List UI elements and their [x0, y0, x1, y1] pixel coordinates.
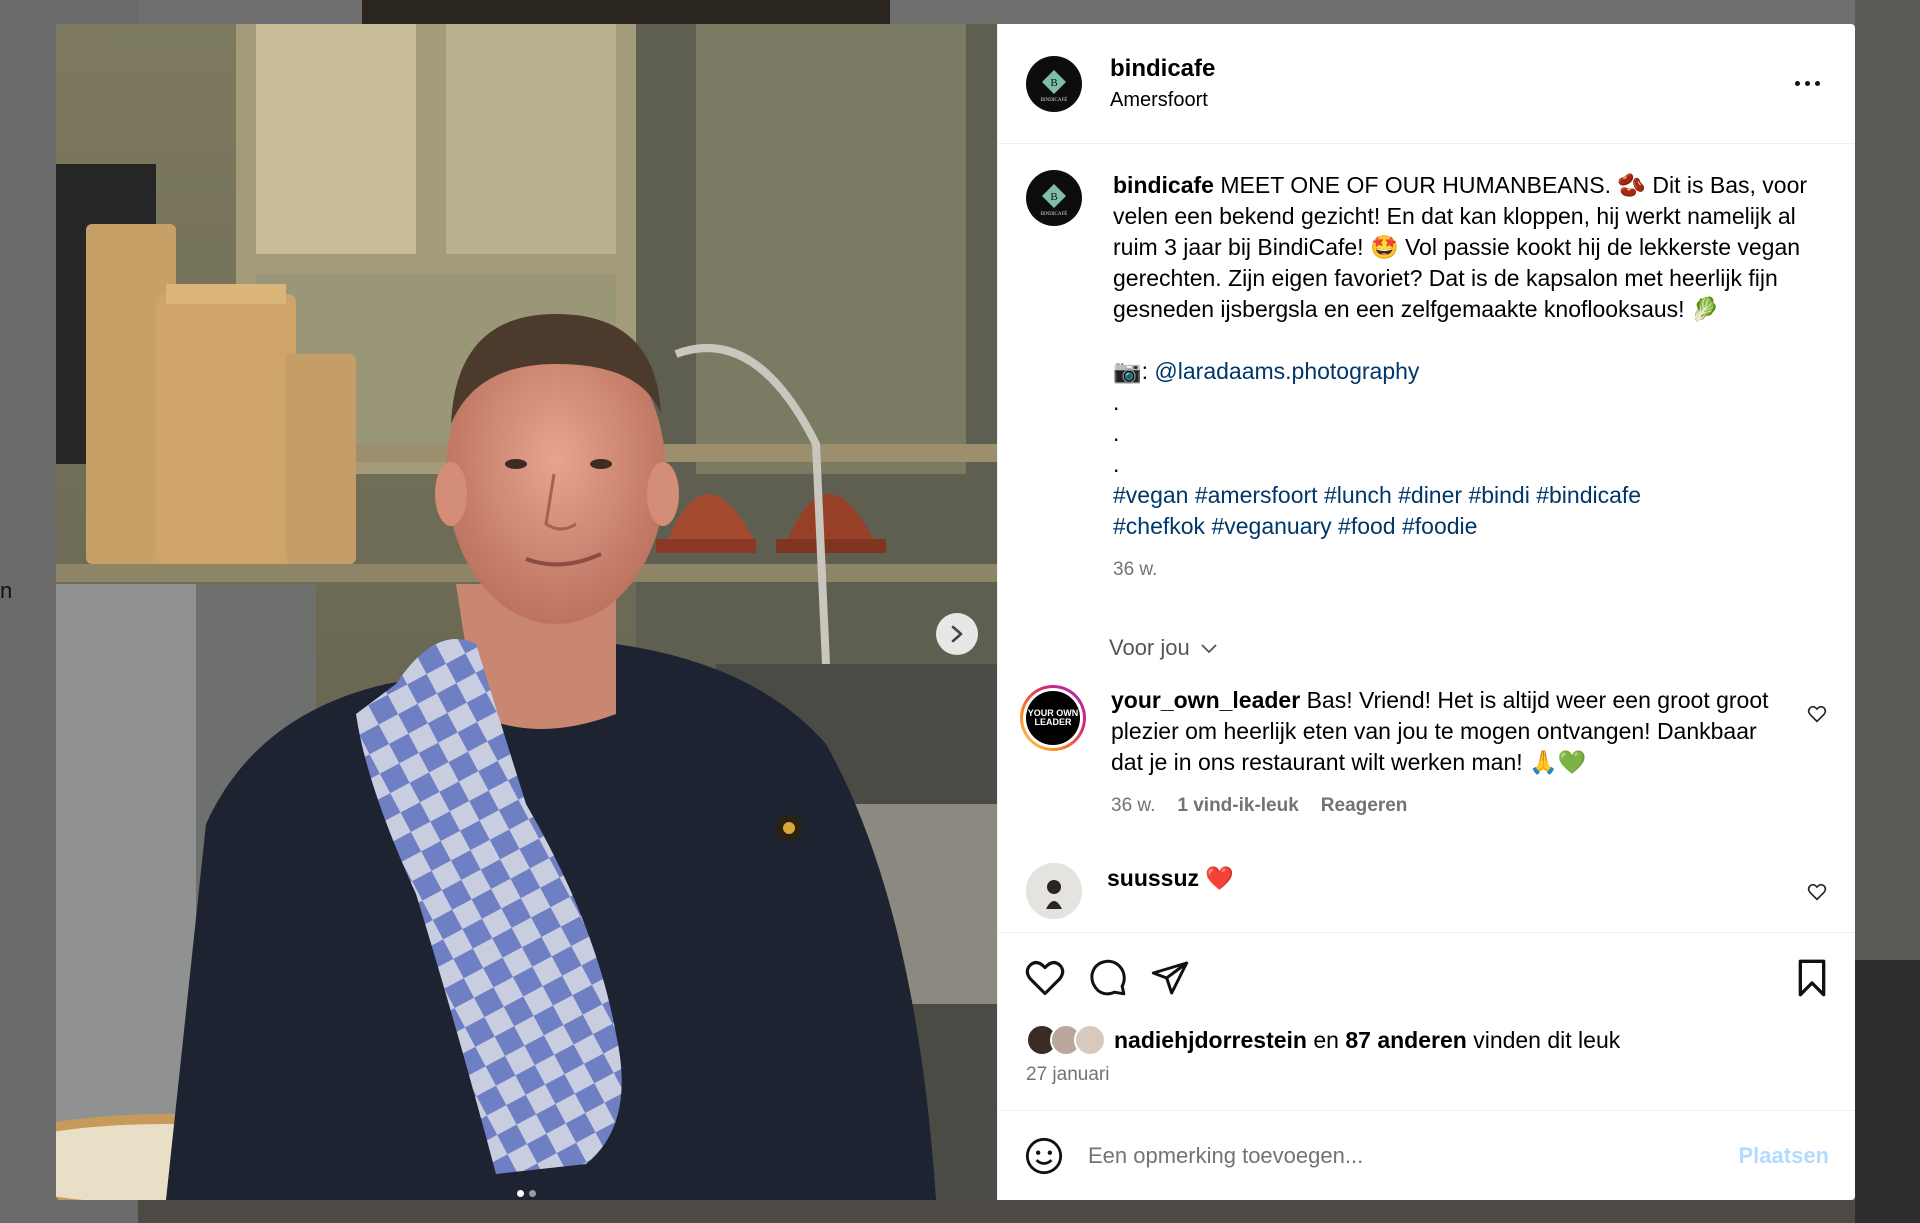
- likes-summary: nadiehjdorrestein en 87 anderen vinden d…: [998, 1022, 1855, 1058]
- photo-credit-link[interactable]: @laradaams.photography: [1154, 358, 1419, 384]
- comment-sort-dropdown[interactable]: Voor jou: [1109, 635, 1218, 661]
- chevron-down-icon: [1201, 644, 1217, 654]
- more-options-button[interactable]: [1787, 72, 1827, 96]
- caption: B BINDICAFÉ bindicafe MEET ONE OF OUR HU…: [1026, 170, 1827, 585]
- comment-likes[interactable]: 1 vind-ik-leuk: [1177, 790, 1298, 821]
- bindicafe-avatar[interactable]: B BINDICAFÉ: [1026, 170, 1082, 226]
- person-photo: [1026, 863, 1082, 919]
- caption-username[interactable]: bindicafe: [1113, 172, 1214, 198]
- comment-body: suussuz ❤️: [1107, 863, 1767, 919]
- svg-text:B: B: [1050, 77, 1057, 89]
- comment-input[interactable]: [1086, 1141, 1739, 1170]
- more-dot: [1804, 81, 1810, 86]
- comment-meta: 36 w. 1 vind-ik-leuk Reageren: [1111, 790, 1771, 821]
- caption-dot: .: [1113, 389, 1120, 415]
- carousel-dot[interactable]: [517, 1190, 524, 1197]
- caption-body: bindicafe MEET ONE OF OUR HUMANBEANS. 🫘 …: [1113, 170, 1813, 585]
- smiley-icon: [1025, 1137, 1063, 1174]
- emoji-button[interactable]: [1024, 1136, 1064, 1176]
- liker-username[interactable]: nadiehjdorrestein: [1114, 1027, 1307, 1054]
- add-comment-bar: Plaatsen: [998, 1110, 1855, 1200]
- comment-body: your_own_leader Bas! Vriend! Het is alti…: [1111, 685, 1771, 821]
- like-comment-button[interactable]: [1807, 883, 1827, 906]
- comments-area[interactable]: B BINDICAFÉ bindicafe MEET ONE OF OUR HU…: [998, 144, 1855, 932]
- comment-button[interactable]: [1088, 958, 1128, 998]
- comment-icon: [1090, 959, 1126, 995]
- carousel-dots: [56, 1190, 997, 1197]
- comment-username[interactable]: your_own_leader: [1111, 687, 1300, 713]
- background-stray-text: n: [0, 578, 13, 603]
- user-avatar[interactable]: [1026, 863, 1082, 919]
- background-tile: [138, 1200, 1855, 1223]
- heart-icon: [1807, 705, 1827, 723]
- your-own-leader-avatar: YOUR OWN LEADER: [1026, 691, 1080, 745]
- svg-text:BINDICAFÉ: BINDICAFÉ: [1041, 97, 1068, 103]
- comment-age: 36 w.: [1111, 795, 1156, 816]
- likes-suffix: vinden dit leuk: [1466, 1026, 1621, 1053]
- more-dot: [1814, 81, 1820, 86]
- caption-dot: .: [1113, 420, 1120, 446]
- post-side-panel: B BINDICAFÉ bindicafe Amersfoort B BINDI…: [997, 24, 1855, 1200]
- caption-text: MEET ONE OF OUR HUMANBEANS. 🫘 Dit is Bas…: [1113, 172, 1808, 322]
- chevron-right-icon: [951, 625, 963, 643]
- story-ring[interactable]: YOUR OWN LEADER: [1020, 685, 1086, 751]
- avatar-frame: YOUR OWN LEADER: [1023, 688, 1083, 748]
- bindicafe-logo: B BINDICAFÉ: [1041, 69, 1068, 103]
- bindicafe-logo: B BINDICAFÉ: [1041, 184, 1068, 217]
- post-modal: B BINDICAFÉ bindicafe Amersfoort B BINDI…: [56, 24, 1855, 1200]
- header-location[interactable]: Amersfoort: [1110, 89, 1787, 112]
- comment-sort-label: Voor jou: [1109, 635, 1190, 660]
- liker-avatar: [1074, 1024, 1106, 1056]
- photo-credit: 📷: @laradaams.photography: [1113, 356, 1813, 387]
- likes-connector: en: [1306, 1026, 1346, 1053]
- liker-avatars[interactable]: [1026, 1024, 1106, 1056]
- like-comment-button[interactable]: [1807, 705, 1827, 728]
- post-header: B BINDICAFÉ bindicafe Amersfoort: [998, 24, 1855, 144]
- bookmark-icon: [1798, 959, 1826, 996]
- hashtags[interactable]: #vegan #amersfoort #lunch #diner #bindi …: [1113, 480, 1813, 511]
- background-tile: [1855, 960, 1920, 1223]
- heart-icon: [1025, 960, 1065, 995]
- header-text: bindicafe Amersfoort: [1110, 55, 1787, 112]
- more-dot: [1794, 81, 1800, 86]
- next-photo-button[interactable]: [936, 613, 978, 655]
- chef-photo-illustration: [56, 24, 997, 1200]
- background-tile: [362, 0, 890, 24]
- hashtags[interactable]: #chefkok #veganuary #food #foodie: [1113, 511, 1813, 542]
- post-photo: [56, 24, 997, 1200]
- save-button[interactable]: [1795, 958, 1829, 998]
- header-username[interactable]: bindicafe: [1110, 55, 1787, 83]
- post-actions: [998, 932, 1855, 1022]
- comment-text: ❤️: [1205, 865, 1235, 891]
- caption-age: 36 w.: [1113, 559, 1158, 580]
- heart-icon: [1807, 883, 1827, 901]
- likes-others[interactable]: 87 anderen: [1345, 1027, 1466, 1054]
- post-date[interactable]: 27 januari: [998, 1064, 1855, 1110]
- post-comment-button[interactable]: Plaatsen: [1739, 1143, 1830, 1169]
- comment: suussuz ❤️: [1026, 863, 1827, 919]
- reply-button[interactable]: Reageren: [1321, 790, 1408, 821]
- svg-text:BINDICAFÉ: BINDICAFÉ: [1041, 211, 1068, 217]
- photo-credit-prefix: 📷:: [1113, 358, 1155, 384]
- bindicafe-avatar[interactable]: B BINDICAFÉ: [1026, 55, 1082, 112]
- svg-text:B: B: [1050, 191, 1057, 203]
- send-icon: [1151, 961, 1189, 994]
- caption-dot: .: [1113, 451, 1120, 477]
- carousel-dot[interactable]: [529, 1190, 536, 1197]
- comment: YOUR OWN LEADER your_own_leader Bas! Vri…: [1020, 685, 1827, 821]
- comment-username[interactable]: suussuz: [1107, 865, 1199, 891]
- share-button[interactable]: [1150, 959, 1190, 997]
- like-button[interactable]: [1024, 959, 1066, 997]
